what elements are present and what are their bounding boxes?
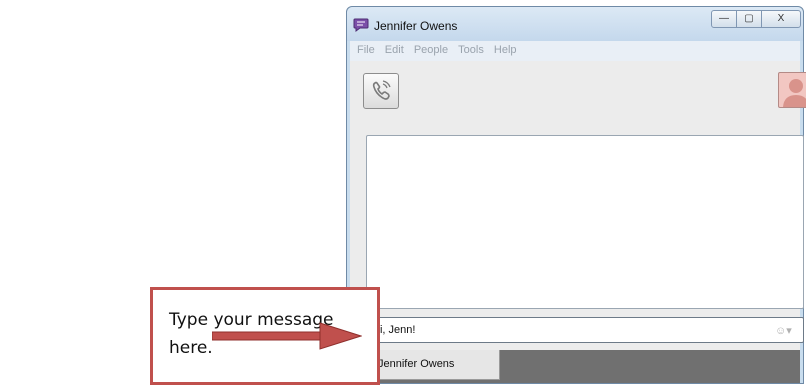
conversation-tab-bar: Jennifer Owens: [350, 350, 800, 383]
call-button[interactable]: [363, 73, 399, 109]
toolbar: [350, 61, 806, 123]
close-button[interactable]: X: [761, 10, 801, 28]
window-title: Jennifer Owens: [374, 19, 458, 33]
contact-avatar[interactable]: [778, 72, 806, 108]
app-icon: [353, 18, 369, 32]
contact-avatar-icon: [783, 79, 806, 107]
message-input[interactable]: Hi, Jenn! ☺▾: [366, 317, 804, 343]
menu-tools[interactable]: Tools: [458, 44, 484, 56]
menu-people[interactable]: People: [414, 44, 448, 56]
callout-arrow-icon: [212, 322, 362, 350]
conversation-history[interactable]: [366, 135, 804, 309]
conversation-tab-label: Jennifer Owens: [378, 358, 455, 370]
maximize-button[interactable]: ▢: [736, 10, 762, 28]
phone-icon: [372, 80, 391, 100]
window-client-area: Hi, Jenn! ☺▾ Jennifer Owens: [350, 61, 806, 383]
title-bar[interactable]: Jennifer Owens — ▢ X: [347, 7, 803, 41]
menu-file[interactable]: File: [357, 44, 375, 56]
minimize-button[interactable]: —: [711, 10, 737, 28]
menu-help[interactable]: Help: [494, 44, 517, 56]
smiley-icon[interactable]: ☺▾: [775, 324, 792, 337]
menu-bar: File Edit People Tools Help: [350, 41, 800, 61]
chat-window: Jennifer Owens — ▢ X File Edit People To…: [346, 6, 806, 384]
menu-edit[interactable]: Edit: [385, 44, 404, 56]
